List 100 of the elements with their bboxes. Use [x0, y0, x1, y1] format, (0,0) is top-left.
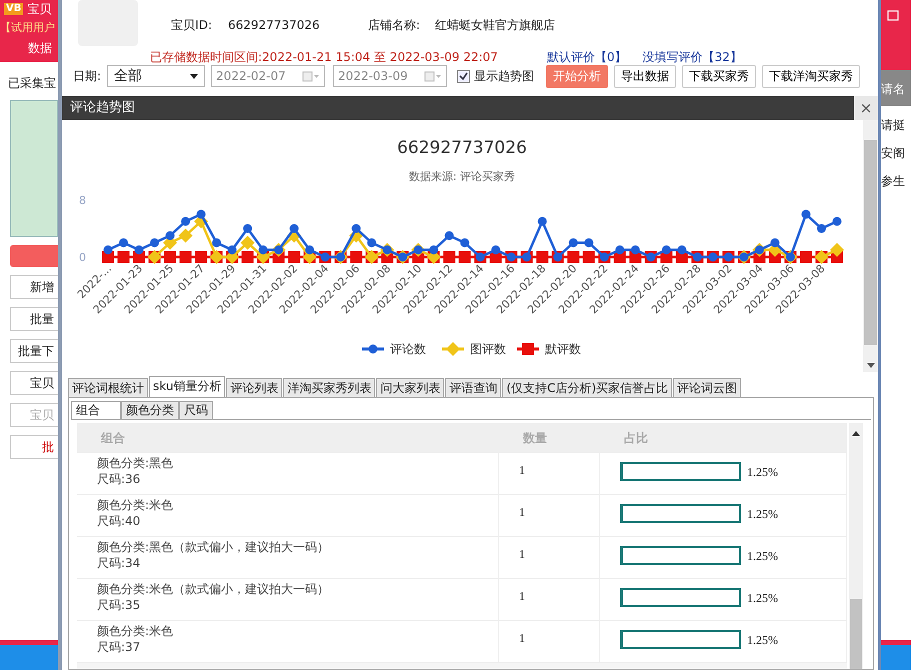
toolbar-button[interactable]: 导出数据 — [614, 64, 676, 88]
data-point — [584, 238, 594, 248]
maximize-icon — [887, 10, 899, 22]
field-value: 红蜻蜓女鞋官方旗舰店 — [435, 17, 555, 34]
table-cell-text: 1.25% — [747, 632, 778, 649]
tab[interactable]: 组合 — [71, 401, 121, 419]
close-button[interactable]: × — [854, 96, 878, 120]
scroll-down-icon — [867, 363, 875, 368]
data-point — [832, 216, 842, 226]
legend-label: 图评数 — [470, 342, 506, 356]
table-cell: 1 — [519, 631, 525, 645]
data-point — [460, 238, 470, 248]
scroll-thumb[interactable] — [864, 140, 877, 345]
table-cell-text: 1.25% — [747, 548, 778, 565]
panel-title: 评论趋势图 — [70, 99, 135, 118]
scroll-thumb[interactable] — [850, 599, 862, 669]
legend-marker-icon — [362, 344, 384, 354]
trend-checkbox[interactable] — [457, 70, 470, 82]
field-label: 日期: — [73, 68, 102, 85]
table-cell-text: 尺码:34 — [97, 555, 142, 571]
table-cell-text: 1.25% — [747, 590, 778, 607]
data-point — [817, 224, 826, 233]
toolbar-button[interactable]: 下载买家秀 — [682, 64, 756, 88]
data-point — [178, 228, 193, 243]
tab[interactable]: 评论列表 — [226, 378, 282, 397]
side-button[interactable]: 宝贝 — [10, 371, 58, 395]
column-header: 占比 — [623, 430, 649, 446]
table-cell-text: 1.25% — [747, 506, 778, 523]
data-point — [350, 251, 362, 263]
table-cell-text: 尺码:36 — [97, 471, 142, 487]
table-cell-text: 颜色分类:米色（款式偏小，建议拍大一码） — [97, 581, 330, 597]
review-count-link[interactable]: 默认评价【0】 — [547, 48, 627, 66]
app-logo: VB — [4, 3, 24, 15]
data-point — [801, 210, 810, 219]
date-field[interactable]: 2022-02-07 — [211, 65, 326, 87]
data-point — [444, 231, 454, 240]
side-button[interactable]: 批 — [10, 435, 58, 459]
data-point — [164, 251, 176, 263]
calendar-icon — [302, 70, 320, 82]
axis-label: 8 — [79, 194, 86, 207]
checkbox-label: 显示趋势图 — [474, 68, 534, 85]
table-cell: 1 — [519, 463, 525, 477]
table-cell: 1 — [519, 589, 525, 603]
data-point — [491, 245, 500, 254]
data-point — [195, 251, 208, 263]
legend-label: 评论数 — [390, 342, 426, 356]
legend-marker-icon — [442, 342, 464, 356]
tab[interactable]: 问大家列表 — [376, 378, 444, 397]
chart-title: 662927737026 — [397, 138, 527, 158]
data-point — [104, 245, 112, 254]
date-range-text: 已存储数据时间区间:2022-01-21 15:04 至 2022-03-09 22:07 — [150, 49, 499, 66]
data-point — [212, 238, 222, 248]
review-count-link[interactable]: 没填写评价【32】 — [642, 48, 742, 66]
table-cell-text: 尺码:40 — [97, 513, 142, 529]
column-header: 请名 — [881, 70, 911, 106]
scrollbar[interactable] — [849, 423, 863, 669]
side-button[interactable]: 批量下 — [10, 339, 58, 363]
toolbar-button[interactable]: 下载洋淘买家秀 — [762, 64, 860, 88]
data-point — [830, 242, 844, 257]
app-title: 宝贝 — [27, 1, 52, 18]
data-point — [134, 245, 144, 254]
data-point — [567, 251, 580, 263]
legend-marker-icon — [517, 343, 539, 355]
trial-label: 【试用用户 — [0, 20, 56, 36]
table-cell-text: 尺码:37 — [97, 639, 142, 655]
side-button[interactable]: 批量 — [10, 307, 58, 331]
tab[interactable]: sku销量分析 — [149, 376, 226, 397]
tab[interactable]: 尺码 — [179, 401, 213, 419]
data-point — [538, 216, 547, 226]
data-point — [677, 245, 686, 254]
data-point — [568, 238, 578, 248]
table-cell-text: 颜色分类:黑色（款式偏小，建议拍大一码） — [97, 539, 330, 555]
scroll-up-icon — [852, 431, 860, 436]
data-point — [630, 245, 640, 254]
table-cell-text: 安阁 — [881, 145, 906, 162]
field-label: 店铺名称: — [368, 17, 422, 34]
date-field[interactable]: 2022-03-09 — [333, 65, 448, 87]
tab[interactable]: 评语查询 — [445, 378, 502, 397]
field-value: 662927737026 — [228, 17, 321, 34]
data-point — [443, 251, 456, 263]
table-cell-text: 请挺 — [881, 117, 906, 134]
data-point — [119, 238, 128, 248]
data-point — [367, 238, 376, 248]
tab[interactable]: 评论词云图 — [673, 378, 742, 397]
table-cell-text: 尺码:35 — [97, 597, 142, 613]
data-point — [181, 216, 190, 226]
tab[interactable]: 评论词根统计 — [68, 378, 148, 397]
menu-item[interactable]: 数据 — [4, 38, 58, 56]
scrollbar[interactable] — [863, 120, 878, 372]
action-bar[interactable] — [10, 245, 58, 267]
tab[interactable]: (仅支持C店分析)买家信誉占比 — [502, 378, 672, 397]
side-button[interactable]: 新增 — [10, 275, 58, 299]
field-label: 宝贝ID: — [170, 17, 212, 34]
tab[interactable]: 洋淘买家秀列表 — [283, 378, 376, 397]
caret-icon — [190, 74, 198, 78]
table-cell-text: 1.25% — [747, 464, 778, 481]
period-select[interactable]: 全部 — [107, 65, 206, 87]
legend-label: 默评数 — [545, 342, 581, 356]
tab[interactable]: 颜色分类 — [121, 401, 179, 419]
section-label: 已采集宝 — [8, 75, 57, 92]
